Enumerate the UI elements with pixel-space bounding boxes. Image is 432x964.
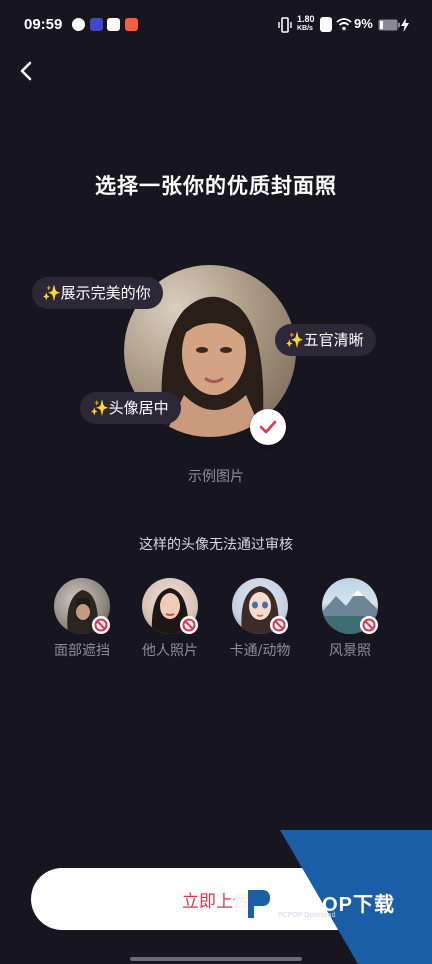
vibrate-icon (278, 17, 292, 33)
reject-label: 面部遮挡 (54, 643, 110, 659)
weibo-icon (72, 18, 85, 31)
prohibited-icon (362, 618, 376, 632)
tag-clear-features: ✨五官清晰 (275, 324, 376, 356)
page-title: 选择一张你的优质封面照 (95, 174, 337, 198)
watermark-sub: PCPOP Download (278, 912, 336, 919)
mail-icon (107, 18, 120, 31)
prohibited-icon (272, 618, 286, 632)
tag-centered: ✨头像居中 (80, 392, 181, 424)
sim-icon (320, 17, 332, 32)
home-indicator (130, 957, 302, 961)
status-time: 09:59 (24, 16, 63, 33)
prohibited-icon (182, 618, 196, 632)
app-icon (125, 18, 138, 31)
prohibited-badge (92, 616, 110, 634)
prohibited-badge (360, 616, 378, 634)
reject-label: 他人照片 (142, 643, 198, 659)
prohibited-icon (94, 618, 108, 632)
tag-show-perfect: ✨展示完美的你 (32, 277, 163, 309)
prohibited-badge (180, 616, 198, 634)
chevron-left-icon[interactable] (14, 56, 40, 86)
battery-level: 9% (354, 16, 373, 31)
check-icon (259, 420, 277, 434)
battery-icon (378, 19, 400, 31)
reject-label: 卡通/动物 (229, 643, 291, 659)
video-icon (90, 18, 103, 31)
example-caption: 示例图片 (188, 469, 244, 485)
net-speed-top: 1.80 (297, 14, 315, 24)
check-badge (250, 409, 286, 445)
wifi-icon (336, 18, 352, 31)
net-speed-bottom: KB/s (297, 25, 313, 32)
charging-icon (401, 18, 409, 32)
status-bar: 09:59 1.80 KB/s 9% (0, 0, 432, 50)
reject-heading: 这样的头像无法通过审核 (139, 537, 293, 553)
prohibited-badge (270, 616, 288, 634)
reject-label: 风景照 (329, 643, 371, 659)
